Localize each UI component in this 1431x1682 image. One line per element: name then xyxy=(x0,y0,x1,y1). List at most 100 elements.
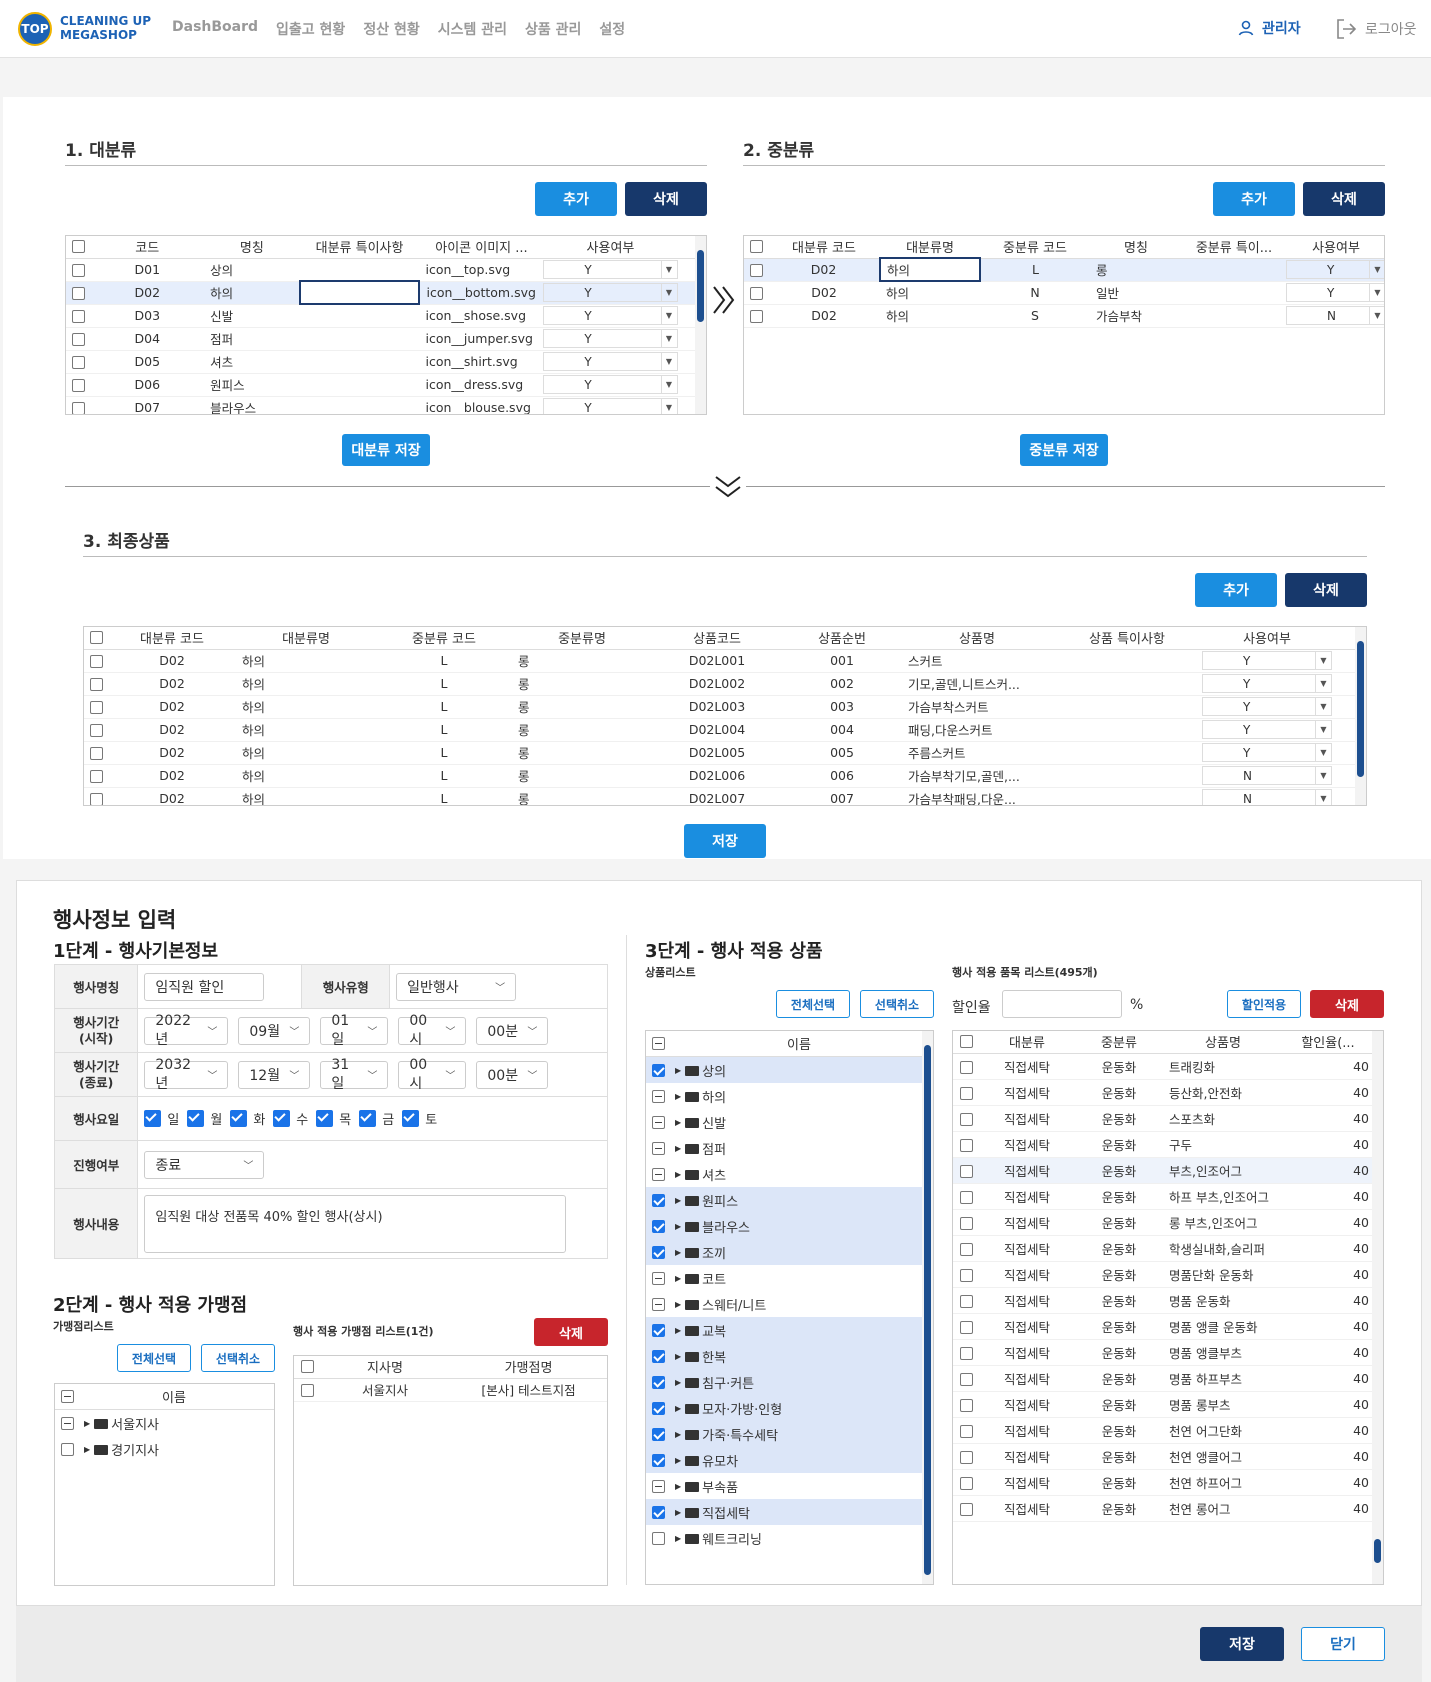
end-select-2[interactable]: 31일 ﹀ xyxy=(320,1057,389,1092)
row-checkbox[interactable] xyxy=(71,402,85,414)
row-checkbox[interactable] xyxy=(959,1294,973,1308)
applied-product-scrollbar[interactable] xyxy=(1372,1031,1383,1584)
tree-item[interactable]: ▶ 조끼 xyxy=(646,1239,922,1265)
expand-icon[interactable]: ▶ xyxy=(675,1274,681,1283)
table-row[interactable]: D02 하의 L 롱 D02L007 007 가슴부착패딩,다운... N ▼ xyxy=(84,787,1366,805)
col-item-mid[interactable]: 중분류 xyxy=(1075,1031,1163,1054)
cell-note[interactable] xyxy=(1052,741,1202,765)
start-select-0[interactable]: 2022년 ﹀ xyxy=(144,1013,229,1048)
nav-dashboard[interactable]: DashBoard xyxy=(172,19,258,39)
expand-icon[interactable]: ▶ xyxy=(675,1378,681,1387)
col-f-product-code[interactable]: 상품코드 xyxy=(652,627,782,650)
cell-mid-note[interactable] xyxy=(1182,304,1286,328)
row-checkbox[interactable] xyxy=(749,264,763,277)
tree-checkbox[interactable] xyxy=(652,1063,665,1077)
cell-note[interactable] xyxy=(1052,718,1202,742)
event-content-textarea[interactable]: 임직원 대상 전품목 40% 할인 행사(상시) xyxy=(144,1194,567,1253)
tree-item[interactable]: ▶ 모자·가방·인형 xyxy=(646,1395,922,1421)
col-mid-name[interactable]: 명칭 xyxy=(1090,236,1182,259)
row-checkbox[interactable] xyxy=(959,1138,973,1152)
tree-item[interactable]: ▶ 상의 xyxy=(646,1057,922,1083)
cell-note[interactable] xyxy=(1052,649,1202,673)
table-row[interactable]: 직접세탁 운동화 학생실내화,슬리퍼 40 xyxy=(953,1235,1383,1262)
nav-inventory[interactable]: 입출고 현황 xyxy=(276,19,345,39)
use-select[interactable]: N ▼ xyxy=(1286,306,1384,325)
mid-select-all-checkbox[interactable] xyxy=(749,240,763,254)
weekday-checkbox[interactable] xyxy=(359,1110,377,1127)
expand-icon[interactable]: ▶ xyxy=(675,1170,681,1179)
row-checkbox[interactable] xyxy=(89,724,103,737)
table-row[interactable]: D02 하의 L 롱 D02L005 005 주름스커트 Y ▼ xyxy=(84,741,1366,765)
table-row[interactable]: D01 상의 icon__top.svg Y ▼ xyxy=(66,258,706,282)
brand-logo[interactable]: TOP xyxy=(18,12,52,46)
start-select-3[interactable]: 00시 ﹀ xyxy=(398,1013,467,1048)
major-grid-scrollbar[interactable] xyxy=(695,236,706,414)
table-row[interactable]: D02 하의 L 롱 Y ▼ xyxy=(744,257,1384,282)
expand-icon[interactable]: ▶ xyxy=(675,1300,681,1309)
modal-save-button[interactable]: 저장 xyxy=(1200,1627,1284,1661)
product-delete-button[interactable]: 삭제 xyxy=(1310,990,1384,1018)
row-checkbox[interactable] xyxy=(959,1164,973,1178)
cell-note[interactable] xyxy=(1052,764,1202,788)
weekday-checkbox[interactable] xyxy=(230,1110,248,1127)
col-f-seq[interactable]: 상품순번 xyxy=(782,627,902,650)
table-row[interactable]: 직접세탁 운동화 명품 앵클부츠 40 xyxy=(953,1339,1383,1366)
nav-system[interactable]: 시스템 관리 xyxy=(438,19,507,39)
use-select[interactable]: Y ▼ xyxy=(543,375,678,394)
weekday-checkbox[interactable] xyxy=(187,1110,205,1127)
table-row[interactable]: 직접세탁 운동화 구두 40 xyxy=(953,1131,1383,1158)
tree-checkbox[interactable] xyxy=(652,1505,665,1519)
cell-note[interactable] xyxy=(1052,787,1202,805)
final-grid-scrollbar[interactable] xyxy=(1355,627,1366,805)
save-major-button[interactable]: 대분류 저장 xyxy=(342,434,430,466)
cell-note[interactable] xyxy=(298,280,421,305)
table-row[interactable]: D07 블라우스 icon__blouse.svg Y ▼ xyxy=(66,396,706,414)
col-icon[interactable]: 아이콘 이미지 ... xyxy=(419,236,544,259)
expand-icon[interactable]: ▶ xyxy=(675,1144,681,1153)
tree-checkbox[interactable] xyxy=(652,1245,665,1259)
use-select[interactable]: Y ▼ xyxy=(1202,674,1332,693)
cell-note[interactable] xyxy=(299,258,420,282)
expand-icon[interactable]: ▶ xyxy=(675,1118,681,1127)
tree-checkbox[interactable] xyxy=(652,1141,665,1155)
tree-checkbox[interactable] xyxy=(61,1442,74,1456)
row-checkbox[interactable] xyxy=(71,310,85,323)
table-row[interactable]: 직접세탁 운동화 부츠,인조어그 40 xyxy=(953,1157,1383,1184)
expand-icon[interactable]: ▶ xyxy=(675,1430,681,1439)
row-checkbox[interactable] xyxy=(89,747,103,760)
weekday-checkbox[interactable] xyxy=(316,1110,334,1127)
start-select-4[interactable]: 00분 ﹀ xyxy=(476,1016,549,1045)
tree-checkbox[interactable] xyxy=(652,1219,665,1233)
row-checkbox[interactable] xyxy=(959,1268,973,1282)
weekday-checkbox[interactable] xyxy=(273,1110,291,1127)
tree-item[interactable]: ▶ 블라우스 xyxy=(646,1213,922,1239)
table-row[interactable]: 직접세탁 운동화 천연 어그단화 40 xyxy=(953,1417,1383,1444)
use-select[interactable]: Y ▼ xyxy=(543,352,678,371)
table-row[interactable]: D02 하의 L 롱 D02L002 002 기모,골덴,니트스커... Y ▼ xyxy=(84,672,1366,696)
save-mid-button[interactable]: 중분류 저장 xyxy=(1020,434,1108,466)
use-select[interactable]: Y ▼ xyxy=(543,398,678,414)
cell-note[interactable] xyxy=(299,373,420,397)
expand-icon[interactable]: ▶ xyxy=(675,1092,681,1101)
end-select-0[interactable]: 2032년 ﹀ xyxy=(144,1057,229,1092)
weekday-option[interactable]: 화 xyxy=(230,1109,265,1128)
col-f-mid-name[interactable]: 중분류명 xyxy=(512,627,652,650)
col-mid-code[interactable]: 중분류 코드 xyxy=(980,236,1090,259)
cell-note[interactable] xyxy=(1052,672,1202,696)
row-checkbox[interactable] xyxy=(959,1346,973,1360)
end-select-4[interactable]: 00분 ﹀ xyxy=(476,1060,549,1089)
table-row[interactable]: 직접세탁 운동화 트래킹화 40 xyxy=(953,1053,1383,1080)
col-f-major-name[interactable]: 대분류명 xyxy=(236,627,376,650)
table-row[interactable]: D04 점퍼 icon__jumper.svg Y ▼ xyxy=(66,327,706,351)
col-f-note[interactable]: 상품 특이사항 xyxy=(1052,627,1202,650)
use-select[interactable]: N ▼ xyxy=(1202,766,1332,785)
tree-item[interactable]: ▶ 유모차 xyxy=(646,1447,922,1473)
apply-discount-button[interactable]: 할인적용 xyxy=(1227,990,1301,1018)
expand-icon[interactable]: ▶ xyxy=(675,1248,681,1257)
row-checkbox[interactable] xyxy=(959,1424,973,1438)
expand-icon[interactable]: ▶ xyxy=(84,1445,90,1454)
col-mid-use[interactable]: 사용여부 xyxy=(1286,236,1384,259)
row-checkbox[interactable] xyxy=(959,1086,973,1100)
tree-item[interactable]: ▶ 서울지사 xyxy=(55,1410,274,1436)
table-row[interactable]: D02 하의 L 롱 D02L006 006 가슴부착기모,골덴,... N ▼ xyxy=(84,764,1366,788)
